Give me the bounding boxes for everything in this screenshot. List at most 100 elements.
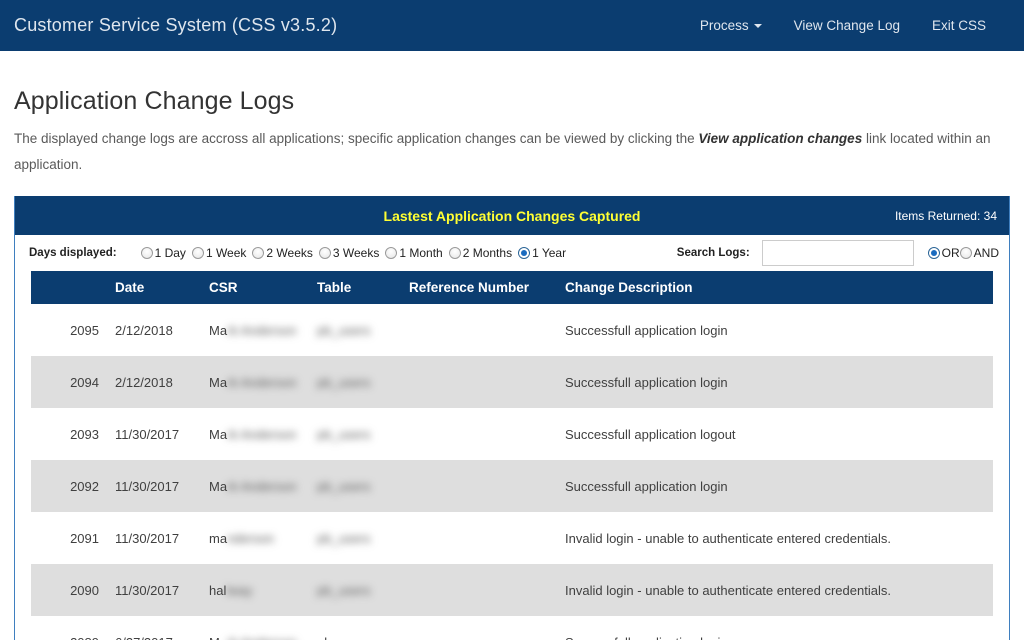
table-row[interactable]: 2090 11/30/2017 hal lway pb_users Invalid log… (31, 564, 993, 616)
days-displayed-radio-group: 1 Day 1 Week 2 Weeks 3 Weeks 1 Month 2 M… (140, 246, 573, 260)
column-header-id[interactable] (31, 271, 107, 304)
nav-item-exit-css[interactable]: Exit CSS (916, 8, 1002, 43)
cell-table-value: pb_users (317, 479, 370, 494)
radio-icon-1-week[interactable] (191, 247, 204, 259)
change-log-panel: Lastest Application Changes Captured Ite… (14, 196, 1010, 640)
radio-option-2-weeks[interactable]: 2 Weeks (252, 246, 313, 260)
cell-table: pb_users (309, 460, 401, 512)
cell-table-redacted: pb_users (317, 426, 371, 442)
radio-icon-1-year[interactable] (518, 247, 531, 259)
cell-id: 2089 (31, 616, 107, 640)
cell-csr-visible: Ma (209, 635, 227, 640)
radio-option-and[interactable]: AND (959, 246, 999, 260)
radio-icon-3-weeks[interactable] (318, 247, 331, 259)
cell-reference (401, 408, 557, 460)
cell-date: 11/30/2017 (107, 460, 201, 512)
cell-reference (401, 304, 557, 356)
nav-item-process[interactable]: Process (684, 8, 778, 43)
column-header-change-description[interactable]: Change Description (557, 271, 993, 304)
cell-date: 2/12/2018 (107, 356, 201, 408)
page-heading-region: Application Change Logs The displayed ch… (0, 87, 1024, 178)
cell-csr-value: Mark Anderson (209, 635, 296, 640)
nav-item-view-change-log[interactable]: View Change Log (778, 8, 916, 43)
radio-icon-or[interactable] (927, 247, 940, 259)
radio-option-3-weeks[interactable]: 3 Weeks (318, 246, 379, 260)
radio-option-2-months[interactable]: 2 Months (448, 246, 513, 260)
navbar-menu: Process View Change Log Exit CSS (684, 8, 1010, 43)
radio-option-1-month[interactable]: 1 Month (385, 246, 443, 260)
table-row[interactable]: 2091 11/30/2017 ma nderson pb_users Invalid l… (31, 512, 993, 564)
radio-option-1-week[interactable]: 1 Week (191, 246, 247, 260)
cell-id: 2092 (31, 460, 107, 512)
column-header-date[interactable]: Date (107, 271, 201, 304)
cell-id: 2091 (70, 530, 99, 546)
table-row[interactable]: 2095 2/12/2018 Ma rk Anderson pb_users Succes… (31, 304, 993, 356)
cell-reference (401, 356, 557, 408)
cell-csr-value: ma nderson (209, 531, 274, 546)
cell-table: pb_users (309, 512, 401, 564)
filter-bar: Days displayed: 1 Day 1 Week 2 Weeks 3 W… (15, 235, 1009, 271)
nav-item-process-label: Process (699, 18, 749, 33)
cell-table-redacted: pb_users (317, 582, 371, 598)
items-returned-label: Items Returned: 34 (894, 208, 997, 223)
search-logs-input[interactable] (761, 240, 914, 266)
cell-reference (401, 460, 557, 512)
page-title: Application Change Logs (14, 87, 295, 115)
cell-table-redacted: pb_users (317, 322, 371, 338)
column-header-reference[interactable]: Reference Number (401, 271, 557, 304)
panel-header: Lastest Application Changes Captured Ite… (15, 196, 1009, 235)
column-header-csr[interactable]: CSR (201, 271, 309, 304)
cell-table-redacted: pb_users (317, 530, 371, 546)
radio-option-or[interactable]: OR (927, 246, 960, 260)
table-row[interactable]: 2093 11/30/2017 Ma rk Anderson pb_users Succe… (31, 408, 993, 460)
chevron-down-icon (753, 24, 762, 29)
search-logs-area: Search Logs: OR AND (677, 240, 999, 266)
cell-id: 2090 (31, 564, 107, 616)
cell-table: pb_users (309, 304, 401, 356)
column-header-table[interactable]: Table (309, 271, 401, 304)
page-description: The displayed change logs are accross al… (14, 126, 1010, 178)
cell-id: 2094 (31, 356, 107, 408)
cell-csr-value: Mark Anderson (209, 323, 296, 338)
cell-csr-visible: ma (209, 530, 228, 546)
cell-csr: Mark Anderson (201, 408, 309, 460)
cell-table: pb_users (309, 408, 401, 460)
cell-csr-redacted: lway (226, 582, 253, 598)
radio-label-1-week: 1 Week (205, 246, 247, 260)
cell-csr-visible: hal (209, 582, 227, 598)
radio-label-2-weeks: 2 Weeks (266, 246, 313, 260)
radio-icon-1-month[interactable] (385, 247, 398, 259)
cell-csr-redacted: rk Anderson (227, 478, 297, 494)
cell-date: 2/12/2018 (115, 322, 173, 338)
cell-csr-redacted: rk Anderson (227, 374, 297, 390)
radio-label-1-day: 1 Day (154, 246, 186, 260)
cell-csr-redacted: nderson (227, 530, 275, 546)
radio-icon-2-weeks[interactable] (252, 247, 265, 259)
table-row[interactable]: 2092 11/30/2017 Ma rk Anderson pb_users Succe… (31, 460, 993, 512)
cell-table-value: pb_users (317, 583, 370, 598)
cell-table-value: pb_users (317, 375, 370, 390)
cell-csr-visible: Ma (209, 374, 228, 390)
radio-icon-1-day[interactable] (140, 247, 153, 259)
cell-change-description: Invalid login - unable to authenticate e… (557, 564, 993, 616)
cell-table: pb_users (309, 616, 401, 640)
radio-label-2-months: 2 Months (462, 246, 513, 260)
app-brand-title: Customer Service System (CSS v3.5.2) (14, 15, 338, 35)
radio-icon-2-months[interactable] (448, 247, 461, 259)
radio-option-1-year[interactable]: 1 Year (518, 246, 566, 260)
cell-change-description: Successfull application login (557, 356, 993, 408)
cell-change-description: Successfull application login (557, 460, 993, 512)
table-row[interactable]: 2094 2/12/2018 Ma rk Anderson pb_users Succes… (31, 356, 993, 408)
cell-table-redacted: pb_users (317, 478, 371, 494)
view-application-changes-link[interactable]: View application changes (698, 131, 862, 146)
cell-reference (401, 512, 557, 564)
table-row[interactable]: 20896/27/2017 Mark Anderson pb_users Succes… (31, 616, 993, 640)
cell-csr-redacted: rk Anderson (227, 635, 296, 640)
panel-title: Lastest Application Changes Captured (383, 207, 641, 224)
radio-option-1-day[interactable]: 1 Day (140, 246, 186, 260)
days-displayed-label: Days displayed: (29, 247, 117, 259)
change-log-table-region: Date CSR Table Reference Number Change D… (15, 271, 1009, 640)
cell-id: 2093 (70, 426, 99, 442)
cell-change-description: Invalid login - unable to authenticate e… (565, 530, 891, 546)
radio-icon-and[interactable] (959, 247, 972, 259)
